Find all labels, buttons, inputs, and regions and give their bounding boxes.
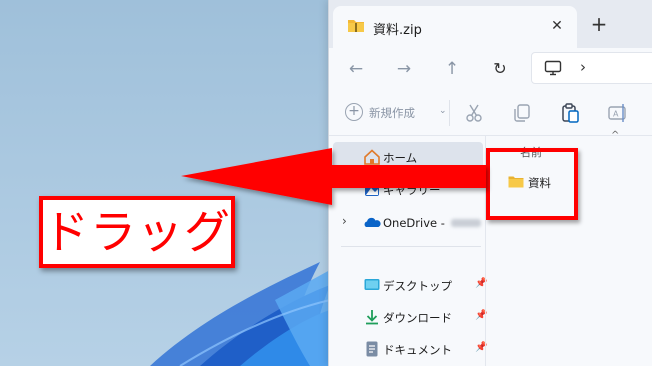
document-icon [366,341,378,357]
gallery-icon [365,182,379,196]
navigation-bar: ← → ↑ ↻ › [329,48,652,90]
add-icon: + [345,103,363,121]
tab-title: 資料.zip [373,23,422,38]
new-button-label: 新規作成 [369,106,415,120]
address-bar[interactable]: › [531,52,652,84]
navigation-pane: ホーム ギャラリー › OneDrive - デスクトップ 📌 ダウンロード 📌… [329,136,487,366]
sidebar-item-label: ホーム [383,151,418,165]
tab-zip[interactable]: 資料.zip ✕ [333,6,577,48]
drag-callout: ドラッグ [39,196,235,268]
sidebar-item-downloads[interactable]: ダウンロード 📌 [333,302,487,332]
sidebar-item-label: ダウンロード [383,311,452,325]
rename-icon[interactable]: A [607,102,629,124]
download-icon [366,310,378,325]
up-button[interactable]: ↑ [437,54,467,84]
sidebar-item-documents[interactable]: ドキュメント 📌 [333,334,487,364]
svg-text:A: A [613,110,619,119]
home-icon [364,149,380,165]
cut-icon[interactable] [463,102,485,124]
tab-close-button[interactable]: ✕ [545,14,569,38]
command-bar: + 新規作成 ⌄ A [329,90,652,136]
sort-caret-icon[interactable]: ^ [611,130,619,141]
toolbar-divider [449,100,450,126]
breadcrumb-chevron-icon[interactable]: › [580,58,586,76]
expand-chevron-icon[interactable]: › [342,214,347,228]
chevron-down-icon: ⌄ [439,106,447,116]
sidebar-item-gallery[interactable]: ギャラリー [333,174,483,204]
tab-strip: 資料.zip ✕ + [329,0,652,48]
sidebar-item-desktop[interactable]: デスクトップ 📌 [333,270,487,300]
forward-button[interactable]: → [389,54,419,84]
sidebar-item-onedrive[interactable]: › OneDrive - [333,208,483,238]
sidebar-item-home[interactable]: ホーム [333,142,483,172]
new-tab-button[interactable]: + [587,12,611,36]
nav-divider [341,246,481,247]
sidebar-item-label: ギャラリー [383,183,441,197]
paste-icon[interactable] [559,102,581,124]
back-button[interactable]: ← [341,54,371,84]
zip-folder-icon [348,20,364,32]
sidebar-item-label: OneDrive - [383,216,445,230]
sidebar-item-label: デスクトップ [383,279,452,293]
copy-icon[interactable] [511,102,533,124]
this-pc-icon [544,60,562,76]
redacted-account [451,219,481,227]
highlight-box [486,148,578,220]
drag-label: ドラッグ [43,205,231,259]
onedrive-icon [364,217,381,227]
refresh-button[interactable]: ↻ [485,54,515,84]
sidebar-item-label: ドキュメント [383,343,452,357]
desktop-icon [364,279,380,290]
